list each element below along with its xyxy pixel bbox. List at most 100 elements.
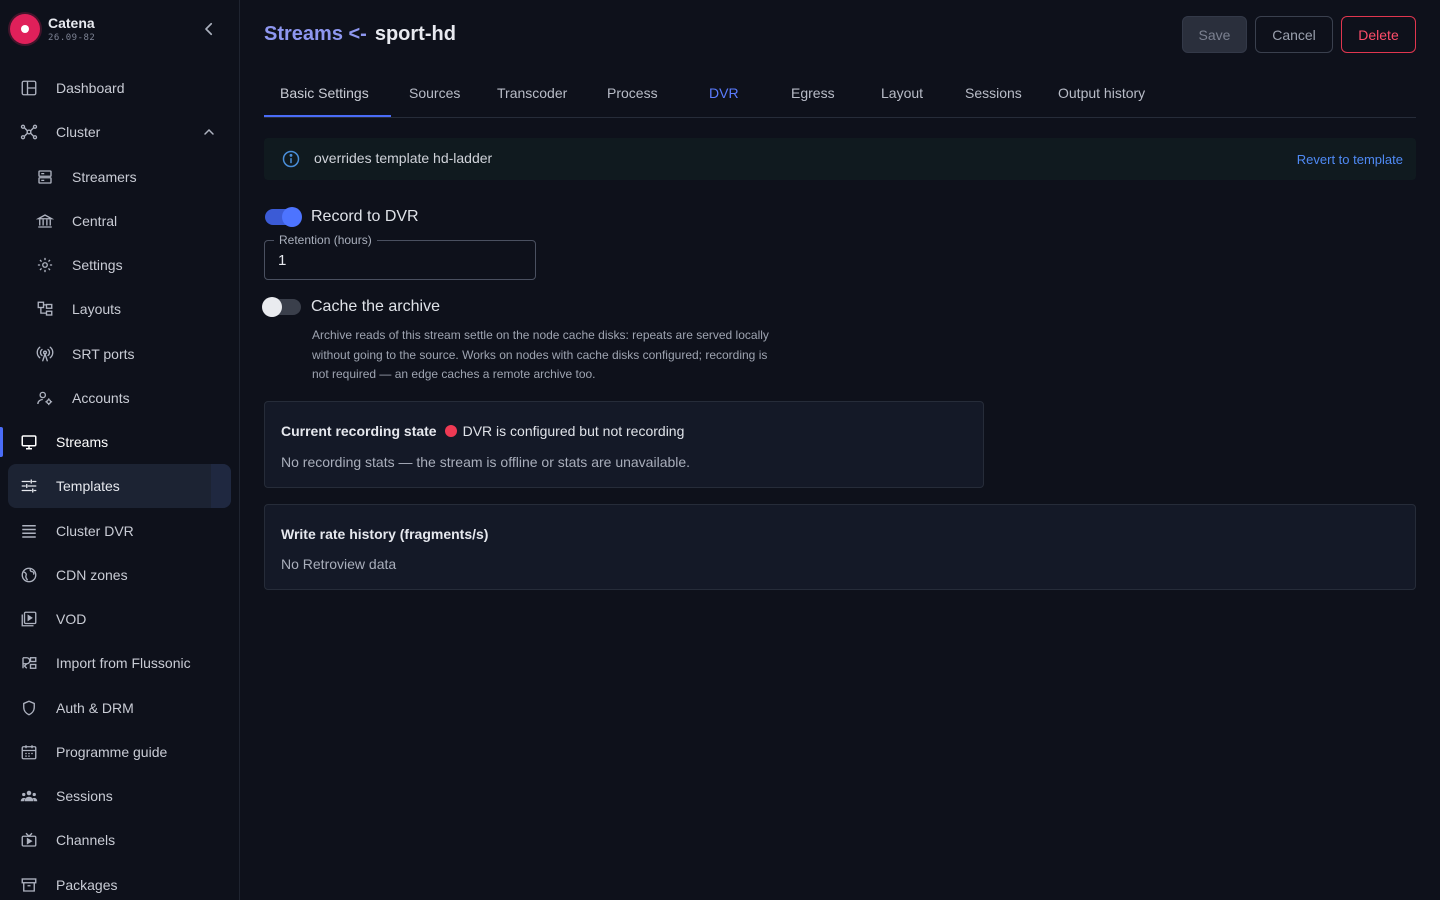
sidebar-item-label: Settings	[72, 257, 123, 273]
retention-value: 1	[278, 252, 287, 269]
monitor-icon	[21, 435, 37, 450]
sidebar-item-label: Programme guide	[56, 744, 168, 760]
breadcrumb[interactable]: Streams <-	[264, 23, 367, 45]
sidebar-item-label: SRT ports	[72, 346, 135, 362]
banner-text: overrides template hd-ladder	[314, 150, 493, 166]
chevron-up-icon	[204, 128, 214, 135]
sidebar-item-settings[interactable]: Settings	[8, 243, 231, 287]
delete-button[interactable]: Delete	[1341, 16, 1416, 53]
sidebar-item-sessions[interactable]: Sessions	[8, 774, 231, 818]
dashboard-icon	[21, 80, 37, 96]
sidebar-item-import-from-flussonic[interactable]: Import from Flussonic	[8, 641, 231, 685]
sidebar-item-label: Channels	[56, 832, 116, 848]
sidebar-item-accounts[interactable]: Accounts	[8, 376, 231, 420]
help-line: not required — an edge caches a remote a…	[312, 367, 596, 381]
sidebar-item-srt-ports[interactable]: SRT ports	[8, 332, 231, 376]
tab-output-history[interactable]: Output history	[1058, 84, 1145, 102]
sidebar-item-label: CDN zones	[56, 567, 128, 583]
recording-status: DVR is configured but not recording	[462, 423, 685, 439]
sidebar-item-label: Central	[72, 213, 118, 229]
status-dot-icon	[444, 425, 457, 437]
cache-archive-toggle[interactable]	[262, 297, 301, 317]
sidebar-item-label: Layouts	[72, 301, 122, 317]
sidebar-item-cluster-dvr[interactable]: Cluster DVR	[8, 509, 231, 553]
help-line: Archive reads of this stream settle on t…	[312, 328, 769, 342]
sidebar-item-label: Templates	[56, 478, 120, 494]
card-title-text: Current recording state	[281, 423, 437, 439]
cancel-button[interactable]: Cancel	[1255, 16, 1333, 53]
tab-process[interactable]: Process	[607, 84, 658, 102]
sidebar-item-packages[interactable]: Packages	[8, 863, 231, 900]
sidebar-item-layouts[interactable]: Layouts	[8, 287, 231, 331]
sidebar-item-channels[interactable]: Channels	[8, 818, 231, 862]
antenna-icon	[36, 346, 54, 362]
sidebar-item-dashboard[interactable]: Dashboard	[8, 66, 231, 110]
recording-state-message: No recording stats — the stream is offli…	[281, 454, 691, 470]
tab-egress[interactable]: Egress	[791, 84, 835, 102]
sidebar-item-label: Accounts	[72, 390, 130, 406]
sidebar-item-streams[interactable]: Streams	[8, 420, 231, 464]
sidebar-item-programme-guide[interactable]: Programme guide	[8, 730, 231, 774]
info-icon	[282, 150, 300, 168]
stream-name: sport-hd	[374, 23, 456, 45]
collapse-sidebar-icon[interactable]	[200, 20, 218, 38]
active-indicator	[0, 427, 3, 457]
logo	[10, 14, 40, 44]
list-icon	[22, 525, 36, 538]
revert-to-template-link[interactable]: Revert to template	[1297, 152, 1403, 167]
sidebar-item-label: Cluster	[56, 124, 101, 140]
gear-icon	[37, 257, 53, 273]
write-rate-title: Write rate history (fragments/s)	[281, 526, 489, 542]
sliders-icon	[21, 479, 37, 493]
retention-label: Retention (hours)	[274, 233, 377, 247]
sidebar-item-streamers[interactable]: Streamers	[8, 155, 231, 199]
sidebar-item-central[interactable]: Central	[8, 199, 231, 243]
retention-field[interactable]: Retention (hours) 1	[264, 233, 536, 280]
tab-bar: Basic Settings Sources Transcoder Proces…	[264, 76, 1416, 118]
sidebar-item-cdn-zones[interactable]: CDN zones	[8, 553, 231, 597]
sidebar-item-label: Cluster DVR	[56, 523, 134, 539]
sidebar-item-cluster[interactable]: Cluster	[8, 110, 231, 154]
save-button[interactable]: Save	[1182, 16, 1247, 53]
write-rate-card: Write rate history (fragments/s) No Retr…	[264, 504, 1416, 590]
tab-layout[interactable]: Layout	[881, 84, 923, 102]
people-icon	[20, 790, 38, 802]
help-line: without going to the source. Works on no…	[312, 347, 768, 362]
server-icon	[38, 170, 52, 184]
sidebar-item-label: Auth & DRM	[56, 700, 134, 716]
sidebar-item-label: Packages	[56, 877, 118, 893]
tab-sources[interactable]: Sources	[409, 84, 460, 102]
tab-basic-settings[interactable]: Basic Settings	[280, 84, 369, 102]
tab-active-indicator	[264, 115, 391, 117]
sidebar-item-label: Streams	[56, 434, 109, 450]
cache-archive-label: Cache the archive	[311, 298, 440, 315]
globe-icon	[21, 567, 37, 583]
calendar-icon	[21, 745, 37, 760]
sidebar-item-auth-drm[interactable]: Auth & DRM	[8, 686, 231, 730]
cluster-icon	[20, 124, 38, 140]
tab-dvr[interactable]: DVR	[709, 84, 739, 102]
cache-help-text: Archive reads of this stream settle on t…	[312, 326, 812, 385]
recording-state-card: Current recording state DVR is configured…	[264, 401, 984, 488]
sidebar-item-vod[interactable]: VOD	[8, 597, 231, 641]
sidebar-item-templates[interactable]: Templates	[8, 464, 231, 508]
layout-icon	[37, 301, 53, 316]
page-title: Streams <- sport-hd	[264, 21, 456, 47]
tab-transcoder[interactable]: Transcoder	[497, 84, 567, 102]
sidebar-item-label: Streamers	[72, 169, 137, 185]
shield-icon	[23, 700, 35, 716]
sidebar-item-label: Sessions	[56, 788, 113, 804]
sidebar: Catena 26.09-82 Dashboard Cluster Stream…	[0, 0, 240, 900]
brand-name: Catena	[48, 14, 95, 31]
tab-sessions[interactable]: Sessions	[965, 84, 1022, 102]
recording-state-title: Current recording state DVR is configured…	[281, 422, 684, 440]
sidebar-item-label: Dashboard	[56, 80, 125, 96]
sidebar-item-label: Import from Flussonic	[56, 655, 191, 671]
record-dvr-toggle[interactable]	[265, 207, 302, 227]
accounts-icon	[37, 391, 53, 406]
override-banner: overrides template hd-ladder Revert to t…	[264, 138, 1416, 180]
video-library-icon	[21, 611, 37, 627]
brand-version: 26.09-82	[48, 32, 96, 43]
brand: Catena 26.09-82	[10, 12, 230, 46]
bank-icon	[36, 214, 54, 228]
